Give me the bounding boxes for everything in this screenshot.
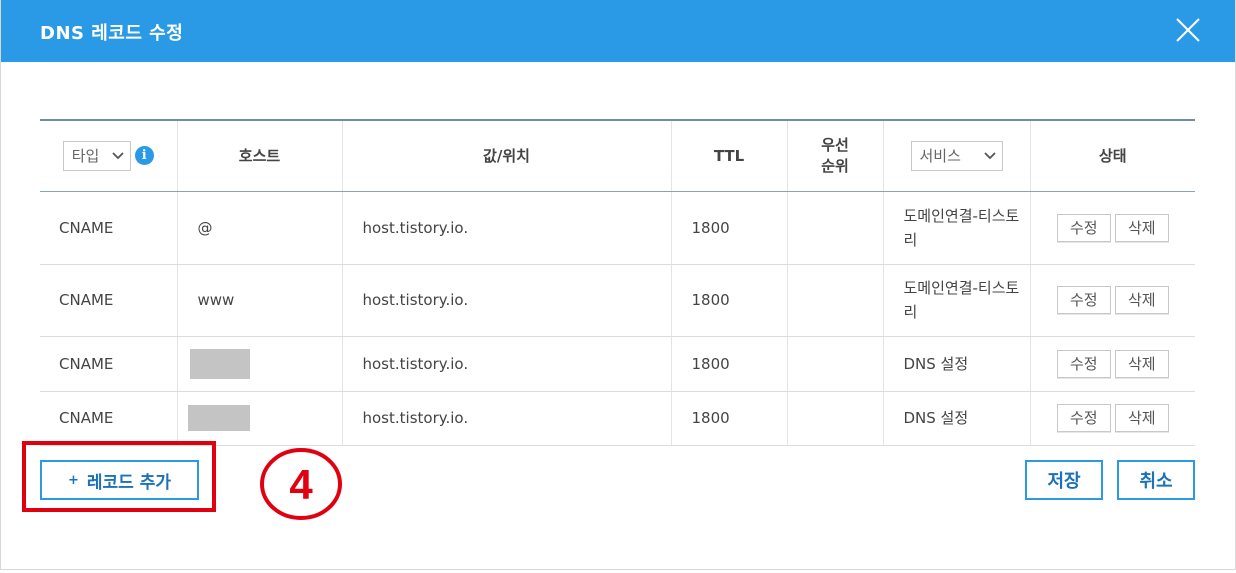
cell-value: host.tistory.io. — [341, 391, 671, 446]
table-row: CNAME host.tistory.io. 1800 DNS 설정 수정 삭제 — [40, 391, 1195, 446]
cell-priority — [786, 264, 883, 337]
cell-value: host.tistory.io. — [341, 191, 671, 265]
delete-record-button[interactable]: 삭제 — [1114, 286, 1169, 314]
edit-record-button[interactable]: 수정 — [1056, 404, 1111, 432]
cell-host: @ — [176, 191, 342, 265]
delete-record-button[interactable]: 삭제 — [1114, 213, 1169, 242]
cancel-button[interactable]: 취소 — [1117, 460, 1195, 500]
header-type: 타입 i — [40, 120, 177, 192]
dialog-titlebar: DNS 레코드 수정 — [1, 0, 1235, 62]
service-filter-select[interactable]: 서비스 — [910, 140, 1003, 171]
type-filter-select[interactable]: 타입 — [62, 140, 131, 171]
cell-value: host.tistory.io. — [341, 336, 671, 392]
edit-record-button[interactable]: 수정 — [1056, 286, 1111, 314]
service-filter-label: 서비스 — [919, 147, 961, 166]
step-number: 4 — [289, 461, 313, 508]
redacted-host — [189, 348, 250, 379]
cell-host: www — [176, 264, 342, 337]
type-filter-label: 타입 — [71, 147, 100, 166]
cell-type: CNAME — [40, 391, 177, 446]
cell-service: DNS 설정 — [882, 391, 1030, 446]
header-ttl: TTL — [670, 120, 787, 192]
header-priority-line1: 우선 — [821, 135, 849, 154]
cell-type: CNAME — [40, 191, 177, 265]
table-row: CNAME www host.tistory.io. 1800 도메인연결-티스… — [40, 264, 1195, 337]
cell-ttl: 1800 — [670, 336, 787, 392]
edit-record-button[interactable]: 수정 — [1056, 349, 1111, 378]
cell-type: CNAME — [40, 336, 177, 392]
cell-host — [176, 336, 342, 392]
cell-status: 수정 삭제 — [1029, 391, 1195, 446]
cell-priority — [786, 191, 883, 265]
header-value: 값/위치 — [341, 120, 671, 192]
dialog-title: DNS 레코드 수정 — [40, 23, 184, 44]
header-service: 서비스 — [882, 120, 1030, 192]
delete-record-button[interactable]: 삭제 — [1114, 349, 1169, 378]
table-header-row: 타입 i 호스트 값/위치 TTL 우선 순위 서비스 상태 — [40, 120, 1195, 192]
chevron-down-icon — [983, 152, 996, 160]
header-priority-line2: 순위 — [821, 156, 849, 175]
cell-type: CNAME — [40, 264, 177, 337]
cell-priority — [786, 391, 883, 446]
delete-record-button[interactable]: 삭제 — [1114, 404, 1169, 432]
cell-status: 수정 삭제 — [1029, 191, 1195, 265]
cell-ttl: 1800 — [670, 391, 787, 446]
chevron-down-icon — [112, 152, 124, 160]
header-host: 호스트 — [176, 120, 342, 192]
cell-service: DNS 설정 — [882, 336, 1030, 392]
cell-priority — [786, 336, 883, 392]
cell-ttl: 1800 — [670, 191, 787, 265]
dns-record-edit-dialog: DNS 레코드 수정 타입 i 호스트 값/위치 TTL 우선 순위 서비스 상… — [0, 0, 1236, 570]
table-row: CNAME @ host.tistory.io. 1800 도메인연결-티스토리… — [40, 191, 1195, 265]
cell-ttl: 1800 — [670, 264, 787, 337]
cell-status: 수정 삭제 — [1029, 264, 1195, 337]
table-row: CNAME host.tistory.io. 1800 DNS 설정 수정 삭제 — [40, 336, 1195, 392]
cell-value: host.tistory.io. — [341, 264, 671, 337]
edit-record-button[interactable]: 수정 — [1056, 213, 1111, 242]
annotation-highlight-box — [22, 441, 216, 512]
cell-service: 도메인연결-티스토리 — [882, 264, 1030, 337]
header-status: 상태 — [1029, 120, 1195, 192]
save-button[interactable]: 저장 — [1025, 460, 1103, 500]
close-icon[interactable] — [1173, 15, 1203, 45]
dns-record-table: 타입 i 호스트 값/위치 TTL 우선 순위 서비스 상태 CNAME @ h… — [40, 119, 1195, 446]
redacted-host — [187, 405, 250, 431]
header-priority: 우선 순위 — [786, 120, 883, 192]
info-icon[interactable]: i — [134, 146, 154, 166]
cell-service: 도메인연결-티스토리 — [882, 191, 1030, 265]
step-number-annotation: 4 — [260, 448, 342, 520]
cell-status: 수정 삭제 — [1029, 336, 1195, 392]
cell-host — [176, 391, 342, 446]
